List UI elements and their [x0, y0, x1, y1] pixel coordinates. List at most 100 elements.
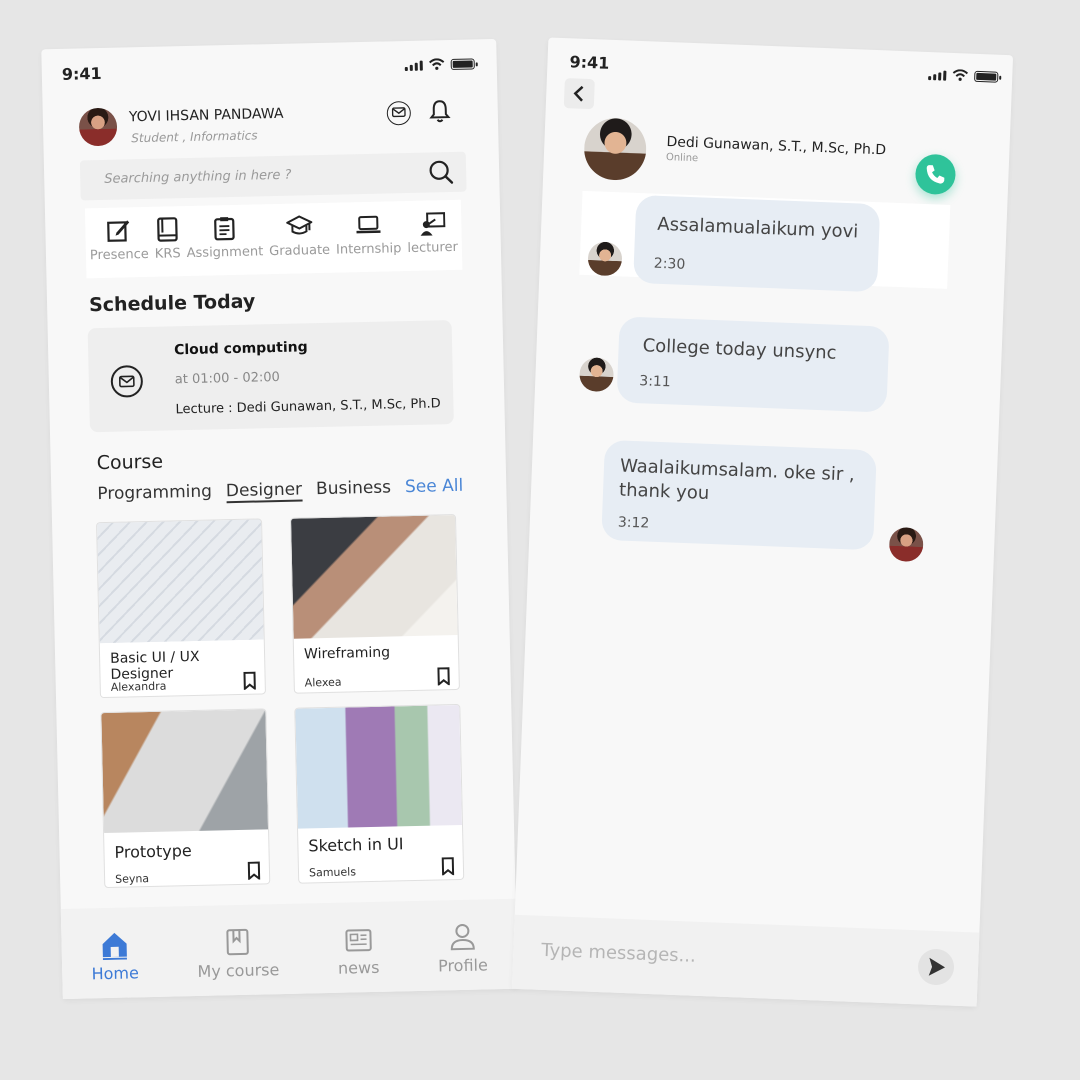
home-icon [102, 932, 127, 960]
message-time: 3:11 [639, 373, 672, 391]
wifi-icon [429, 58, 445, 70]
mail-icon [391, 107, 406, 118]
course-author: Samuels [308, 865, 357, 880]
search-input[interactable]: Searching anything in here ? [104, 168, 292, 187]
notification-bell-icon[interactable] [428, 98, 451, 124]
course-author: Alexandra [110, 679, 167, 694]
course-title: Prototype [114, 841, 192, 862]
quick-item-label: KRS [154, 246, 181, 262]
status-icons [928, 68, 999, 83]
message-time: 2:30 [653, 255, 686, 273]
quick-item-presence[interactable]: Presence [89, 217, 149, 268]
nav-label: Profile [437, 954, 489, 976]
contact-status: Online [665, 152, 699, 165]
message-input[interactable]: Type messages... [541, 940, 696, 967]
bottom-nav: Home My course news Profile [60, 898, 518, 1000]
graduation-cap-icon [285, 215, 313, 235]
avatar [888, 526, 924, 563]
newspaper-icon [344, 928, 372, 952]
search-bar[interactable]: Searching anything in here ? [79, 151, 467, 201]
contact-name: Dedi Gunawan, S.T., M.Sc, Ph.D [666, 134, 887, 159]
nav-news[interactable]: news [337, 923, 380, 977]
edit-icon [107, 220, 130, 242]
course-image [290, 515, 458, 639]
quick-item-assignment[interactable]: Assignment [186, 214, 264, 266]
category-programming[interactable]: Programming [97, 482, 212, 505]
course-card[interactable]: Sketch in UI Samuels [294, 703, 465, 884]
bookmark-icon[interactable] [247, 861, 261, 880]
wifi-icon [952, 69, 969, 81]
course-title: Sketch in UI [308, 834, 404, 856]
category-designer[interactable]: Designer [225, 479, 303, 504]
user-name: YOVI IHSAN PANDAWA [128, 105, 284, 126]
schedule-time: at 01:00 - 02:00 [174, 369, 281, 388]
schedule-icon [110, 365, 144, 398]
contact-avatar[interactable] [583, 116, 648, 182]
message-time: 3:12 [617, 514, 650, 532]
back-button[interactable] [563, 78, 595, 110]
message-text: Waalaikumsalam. oke sir , thank you [618, 455, 856, 504]
status-time: 9:41 [61, 63, 102, 84]
course-author: Alexea [304, 675, 342, 690]
status-time: 9:41 [569, 52, 610, 73]
signal-icon [404, 60, 423, 72]
course-title: Wireframing [303, 644, 391, 663]
message-button[interactable] [386, 100, 412, 126]
battery-icon [974, 70, 999, 83]
message-bubble[interactable]: Waalaikumsalam. oke sir , thank you 3:12 [601, 439, 877, 551]
status-icons [404, 57, 475, 72]
bookmark-icon[interactable] [441, 857, 455, 876]
course-image [101, 709, 269, 834]
bookmark-book-icon [226, 928, 250, 955]
schedule-card[interactable]: Cloud computing at 01:00 - 02:00 Lecture… [87, 320, 454, 433]
course-categories: Programming Designer Business See All [97, 476, 463, 506]
quick-menu: Presence KRS Assignment Graduate Interns… [84, 199, 463, 279]
category-business[interactable]: Business [316, 477, 391, 499]
chevron-left-icon [573, 85, 584, 102]
course-card[interactable]: Prototype Seyna [100, 708, 271, 889]
bookmark-icon[interactable] [436, 667, 450, 686]
quick-item-graduate[interactable]: Graduate [268, 213, 330, 264]
nav-label: My course [197, 959, 280, 981]
nav-label: Home [91, 962, 140, 983]
message-input-bar: Type messages... [511, 914, 980, 1007]
course-image [295, 704, 462, 829]
signal-icon [928, 70, 947, 81]
bookmark-icon[interactable] [242, 671, 256, 690]
quick-item-label: Graduate [268, 242, 331, 260]
course-title: Basic UI / UX Designer [109, 648, 200, 683]
send-button[interactable] [917, 948, 955, 986]
quick-item-internship[interactable]: Internship [335, 211, 402, 262]
quick-item-label: Internship [335, 241, 402, 258]
course-card[interactable]: Basic UI / UX Designer Alexandra [96, 518, 266, 699]
phone-icon [926, 165, 945, 184]
see-all-link[interactable]: See All [405, 476, 464, 497]
course-card[interactable]: Wireframing Alexea [289, 513, 460, 694]
quick-item-label: Assignment [186, 244, 264, 262]
mail-icon [118, 375, 135, 388]
user-role: Student , Informatics [131, 128, 258, 146]
search-icon[interactable] [428, 159, 455, 186]
nav-home[interactable]: Home [91, 929, 139, 983]
presenter-icon [420, 212, 446, 236]
course-heading: Course [96, 450, 164, 475]
book-icon [156, 217, 178, 242]
quick-item-krs[interactable]: KRS [154, 216, 181, 267]
schedule-heading: Schedule Today [88, 290, 256, 317]
message-bubble[interactable]: Assalamualaikum yovi 2:30 [633, 194, 881, 293]
nav-profile[interactable]: Profile [437, 921, 488, 975]
call-button[interactable] [914, 153, 957, 196]
nav-my-course[interactable]: My course [197, 926, 280, 981]
avatar[interactable] [78, 107, 118, 147]
chat-screen: 9:41 Dedi Gunawan, S.T., M.Sc, Ph.D Onli… [511, 37, 1014, 1007]
user-icon [450, 923, 475, 950]
home-screen: 9:41 YOVI IHSAN PANDAWA Student , Inform… [41, 38, 518, 1000]
laptop-icon [356, 215, 381, 234]
course-image [97, 519, 264, 644]
quick-item-label: Presence [89, 246, 149, 264]
quick-item-lecturer[interactable]: lecturer [407, 210, 459, 261]
schedule-lecturer: Lecture : Dedi Gunawan, S.T., M.Sc, Ph.D [175, 396, 441, 418]
message-bubble[interactable]: College today unsync 3:11 [616, 316, 890, 413]
avatar [578, 356, 615, 393]
course-author: Seyna [114, 872, 150, 886]
